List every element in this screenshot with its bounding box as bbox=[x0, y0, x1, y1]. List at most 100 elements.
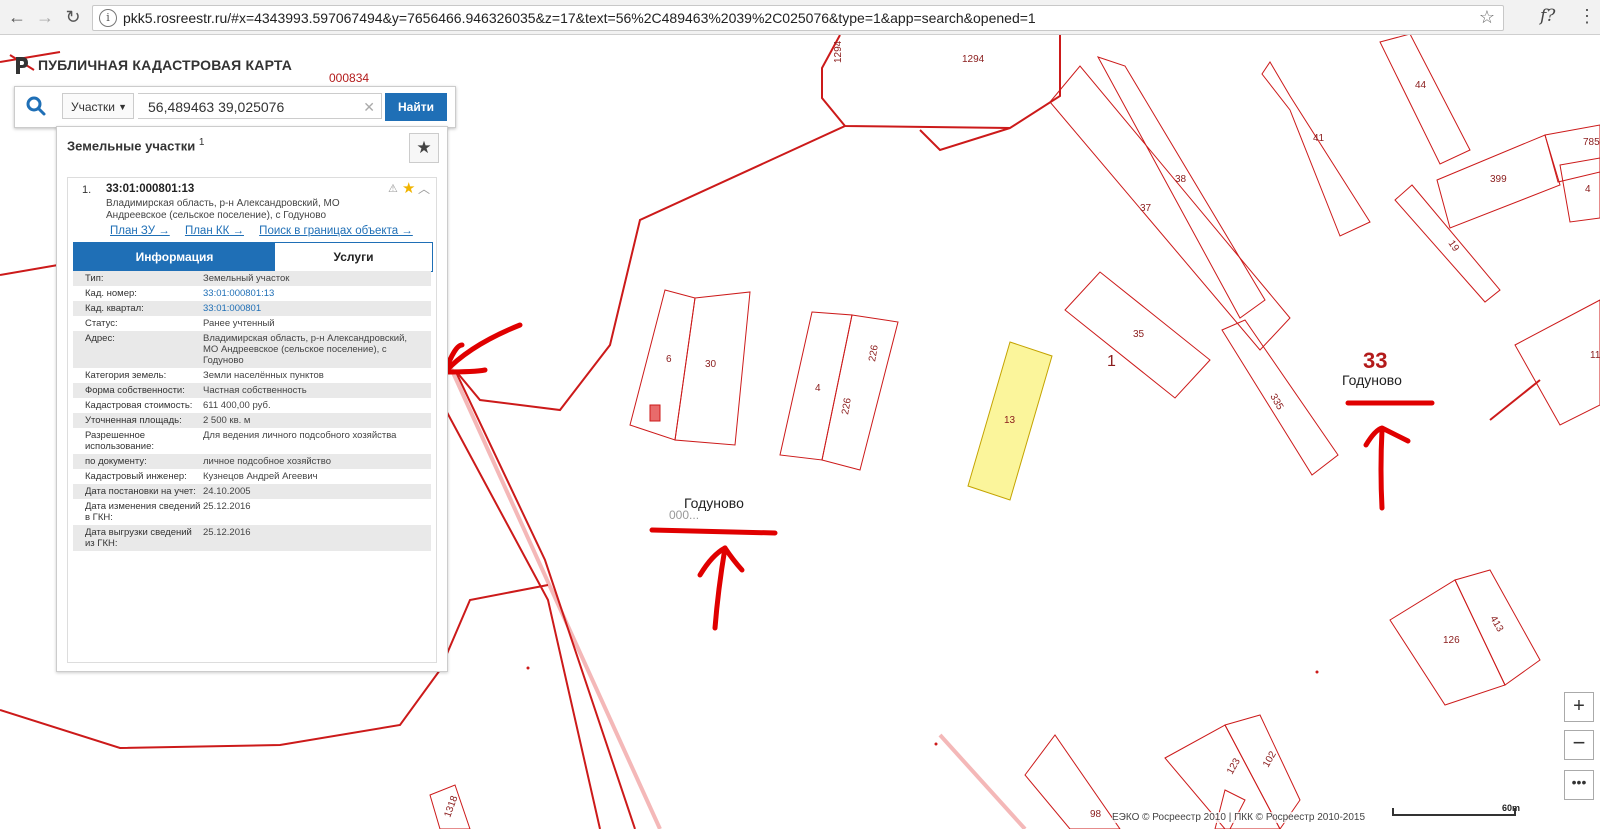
parcel-label: 6 bbox=[666, 354, 672, 365]
parcel-label: 4 bbox=[815, 383, 821, 394]
warning-icon[interactable]: ⚠ bbox=[388, 182, 398, 195]
info-value: Земельный участок bbox=[203, 273, 290, 284]
clear-icon[interactable]: ✕ bbox=[363, 94, 375, 120]
info-value: 24.10.2005 bbox=[203, 486, 251, 497]
parcel-label: 226 bbox=[840, 397, 854, 416]
info-key: Кад. номер: bbox=[85, 288, 137, 299]
info-value: 25.12.2016 bbox=[203, 527, 251, 538]
tab-information[interactable]: Информация bbox=[74, 243, 275, 271]
quarter-label: 000834 bbox=[329, 71, 370, 85]
info-key: Дата выгрузки сведений из ГКН: bbox=[85, 527, 192, 549]
result-links: План ЗУ → План КК → Поиск в границах объ… bbox=[110, 225, 425, 237]
search-icon[interactable] bbox=[25, 95, 47, 117]
info-key: Дата постановки на учет: bbox=[85, 486, 196, 497]
reload-icon[interactable]: ↻ bbox=[62, 6, 84, 28]
parcel-label: 399 bbox=[1490, 174, 1507, 185]
app-title: ПУБЛИЧНАЯ КАДАСТРОВАЯ КАРТА bbox=[38, 57, 293, 73]
url-text[interactable]: pkk5.rosreestr.ru/#x=4343993.597067494&y… bbox=[123, 10, 1036, 26]
rosreestr-logo-icon bbox=[16, 57, 28, 74]
result-address: Владимирская область, р-н Александровски… bbox=[106, 198, 340, 221]
result-card[interactable]: 1. 33:01:000801:13 ⚠ ★ ︿ Владимирская об… bbox=[67, 177, 437, 663]
plan-zu-link[interactable]: План ЗУ → bbox=[110, 225, 170, 237]
info-key: Кадастровая стоимость: bbox=[85, 400, 193, 411]
parcel-label: 785 bbox=[1583, 137, 1600, 148]
cadastral-number-title[interactable]: 33:01:000801:13 bbox=[106, 183, 194, 195]
info-key: Разрешенное использование: bbox=[85, 430, 155, 452]
info-value: Кузнецов Андрей Агеевич bbox=[203, 471, 318, 482]
info-row: Уточненная площадь: 2 500 кв. м bbox=[73, 413, 431, 428]
search-in-bounds-link[interactable]: Поиск в границах объекта → bbox=[259, 225, 413, 237]
info-row: по документу: личное подсобное хозяйство bbox=[73, 454, 431, 469]
parcel-label: 98 bbox=[1090, 809, 1102, 820]
info-row: Дата постановки на учет: 24.10.2005 bbox=[73, 484, 431, 499]
info-value: 25.12.2016 bbox=[203, 501, 251, 512]
info-row: Дата выгрузки сведений из ГКН: 25.12.2016 bbox=[73, 525, 431, 551]
parcel-label: 35 bbox=[1133, 329, 1145, 340]
info-icon[interactable]: i bbox=[99, 9, 117, 27]
address-bar[interactable]: i pkk5.rosreestr.ru/#x=4343993.597067494… bbox=[92, 5, 1504, 31]
search-input[interactable]: 56,489463 39,025076 ✕ bbox=[138, 93, 382, 119]
tab-services[interactable]: Услуги bbox=[275, 243, 432, 271]
parcel-label: 11 bbox=[1590, 350, 1600, 361]
info-key: Категория земель: bbox=[85, 370, 167, 381]
favorite-star-icon[interactable]: ★ bbox=[402, 179, 415, 197]
parcel-label: 102 bbox=[1261, 749, 1279, 769]
cad-quarter-link[interactable]: 33:01:000801 bbox=[203, 303, 427, 314]
info-value: Владимирская область, р-н Александровски… bbox=[203, 333, 408, 366]
region-code: 33 bbox=[1363, 348, 1388, 373]
extension-icon[interactable]: f? bbox=[1540, 6, 1555, 26]
result-tabs: Информация Услуги bbox=[73, 242, 433, 272]
cad-number-link[interactable]: 33:01:000801:13 bbox=[203, 288, 427, 299]
info-value: Для ведения личного подсобного хозяйства bbox=[203, 430, 397, 441]
info-key: Кад. квартал: bbox=[85, 303, 144, 314]
info-row: Дата изменения сведений в ГКН: 25.12.2016 bbox=[73, 499, 431, 525]
info-key: Статус: bbox=[85, 318, 118, 329]
parcel-label: 38 bbox=[1175, 174, 1187, 185]
more-options-button[interactable]: ••• bbox=[1564, 770, 1594, 800]
back-icon[interactable]: ← bbox=[6, 6, 28, 28]
panel-title: Земельные участки 1 bbox=[67, 137, 204, 153]
info-key: Дата изменения сведений в ГКН: bbox=[85, 501, 201, 523]
favorites-button[interactable]: ★ bbox=[409, 133, 439, 163]
parcel-label: 126 bbox=[1443, 635, 1460, 646]
scale-bar bbox=[1392, 808, 1516, 816]
find-button[interactable]: Найти bbox=[385, 93, 447, 121]
info-value: Земли населённых пунктов bbox=[203, 370, 324, 381]
place-name-label-2: Годуново bbox=[684, 495, 744, 511]
zoom-out-button[interactable]: − bbox=[1564, 730, 1594, 760]
parcel-label: 30 bbox=[705, 359, 717, 370]
info-value: личное подсобное хозяйство bbox=[203, 456, 331, 467]
info-key: Адрес: bbox=[85, 333, 115, 344]
parcel-label: 4 bbox=[1585, 184, 1591, 195]
chevron-up-icon[interactable]: ︿ bbox=[418, 180, 430, 197]
info-row: Адрес: Владимирская область, р-н Александ… bbox=[73, 331, 431, 368]
info-key: по документу: bbox=[85, 456, 147, 467]
chevron-down-icon: ▼ bbox=[118, 102, 127, 112]
browser-toolbar: ← → ↻ i pkk5.rosreestr.ru/#x=4343993.597… bbox=[0, 0, 1600, 35]
parcel-label: 37 bbox=[1140, 203, 1152, 214]
search-bar: Участки ▼ 56,489463 39,025076 ✕ Найти bbox=[14, 86, 456, 128]
bookmark-star-icon[interactable]: ☆ bbox=[1479, 7, 1495, 28]
zoom-in-button[interactable]: + bbox=[1564, 692, 1594, 722]
info-value: 611 400,00 руб. bbox=[203, 400, 271, 411]
info-key: Форма собственности: bbox=[85, 385, 185, 396]
info-key: Тип: bbox=[85, 273, 104, 284]
info-row: Кад. номер: 33:01:000801:13 bbox=[73, 286, 431, 301]
parcel-label: 226 bbox=[867, 344, 881, 363]
info-row: Разрешенное использование: Для ведения ли… bbox=[73, 428, 431, 454]
scale-label: 60m bbox=[1502, 803, 1521, 813]
search-type-value: Участки bbox=[71, 100, 115, 114]
search-query: 56,489463 39,025076 bbox=[148, 99, 285, 115]
info-row: Статус: Ранее учтенный bbox=[73, 316, 431, 331]
parcel-label: 1294 bbox=[962, 54, 985, 65]
info-value: Частная собственность bbox=[203, 385, 307, 396]
app-header: ПУБЛИЧНАЯ КАДАСТРОВАЯ КАРТА bbox=[14, 52, 292, 78]
parcel-label: 1294 bbox=[833, 40, 844, 63]
browser-menu-icon[interactable]: ⋮ bbox=[1578, 6, 1596, 27]
plan-kk-link[interactable]: План КК → bbox=[185, 225, 244, 237]
search-type-select[interactable]: Участки ▼ bbox=[62, 93, 134, 119]
parcel-label: 1318 bbox=[442, 794, 460, 819]
parcel-label: 335 bbox=[1267, 392, 1285, 412]
forward-icon[interactable]: → bbox=[34, 6, 56, 28]
info-value: Ранее учтенный bbox=[203, 318, 275, 329]
